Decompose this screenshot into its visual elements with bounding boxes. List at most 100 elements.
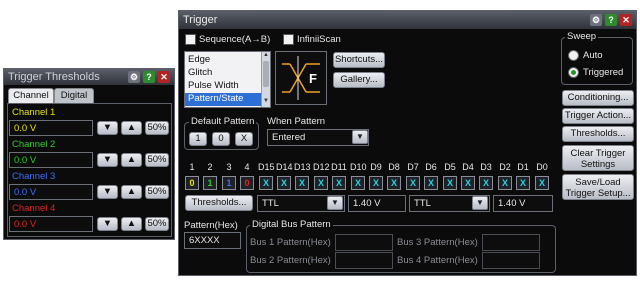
bit-cell[interactable]: X bbox=[351, 176, 365, 190]
bus3-pattern-field[interactable] bbox=[482, 234, 540, 251]
sweep-auto-label: Auto bbox=[583, 50, 603, 61]
gallery-button[interactable]: Gallery... bbox=[333, 72, 385, 88]
chevron-down-icon[interactable]: ▼ bbox=[472, 196, 488, 210]
close-icon[interactable]: ✕ bbox=[158, 71, 170, 83]
bit-cell[interactable]: 1 bbox=[222, 176, 236, 190]
pattern-symbol-letter: F bbox=[309, 71, 317, 86]
channel-4-up-button[interactable]: ▲ bbox=[121, 217, 142, 231]
list-item[interactable]: Pulse Width bbox=[188, 80, 239, 91]
channel-2-down-button[interactable]: ▼ bbox=[97, 153, 118, 167]
bit-label: D2 bbox=[499, 162, 511, 172]
list-item-selected[interactable]: Pattern/State bbox=[185, 93, 262, 106]
trigger-titlebar[interactable]: Trigger ⚙ ? ✕ bbox=[179, 11, 636, 29]
default-x-button[interactable]: X bbox=[235, 132, 253, 146]
tab-digital-label: Digital bbox=[60, 90, 88, 101]
channel-3-50pct-button[interactable]: 50% bbox=[145, 185, 169, 199]
channel-3-down-button[interactable]: ▼ bbox=[97, 185, 118, 199]
bit-cell[interactable]: X bbox=[424, 176, 438, 190]
bit-label: D11 bbox=[331, 162, 347, 172]
infiniiscan-checkbox[interactable] bbox=[283, 34, 294, 45]
logic-level-2-field[interactable]: 1.40 V bbox=[493, 195, 553, 212]
list-item[interactable]: Glitch bbox=[188, 67, 212, 78]
bit-cell[interactable]: X bbox=[332, 176, 346, 190]
bit-cell[interactable]: X bbox=[461, 176, 475, 190]
pattern-hex-field[interactable]: 6XXXX bbox=[184, 232, 241, 249]
sweep-auto-radio[interactable] bbox=[568, 50, 579, 61]
tab-digital[interactable]: Digital bbox=[54, 88, 94, 103]
bit-cell[interactable]: X bbox=[498, 176, 512, 190]
scroll-up-icon[interactable]: ▲ bbox=[262, 52, 270, 58]
bit-cell[interactable]: 1 bbox=[203, 176, 217, 190]
channel-3-level[interactable]: 0.0 V bbox=[9, 184, 93, 200]
default-one-button[interactable]: 1 bbox=[189, 132, 207, 146]
bit-label: D4 bbox=[462, 162, 474, 172]
bit-label: 1 bbox=[189, 162, 195, 172]
default-zero-button[interactable]: 0 bbox=[212, 132, 230, 146]
list-scrollbar[interactable]: ▲ ▼ bbox=[261, 52, 270, 107]
bit-cell[interactable]: X bbox=[387, 176, 401, 190]
infiniiscan-label: InfiniiScan bbox=[297, 34, 341, 45]
bus3-label: Bus 3 Pattern(Hex) bbox=[397, 237, 478, 248]
channel-1-up-button[interactable]: ▲ bbox=[121, 121, 142, 135]
thresholds-titlebar[interactable]: Trigger Thresholds ⚙ ? ✕ bbox=[4, 69, 174, 85]
bus4-pattern-field[interactable] bbox=[482, 252, 540, 269]
bus1-pattern-field[interactable] bbox=[335, 234, 393, 251]
channel-4-50pct-button[interactable]: 50% bbox=[145, 217, 169, 231]
shortcuts-button[interactable]: Shortcuts... bbox=[333, 52, 385, 68]
sweep-triggered-radio[interactable] bbox=[568, 67, 579, 78]
channel-1-50pct-button[interactable]: 50% bbox=[145, 121, 169, 135]
channel-3-label: Channel 3 bbox=[12, 171, 56, 182]
chevron-down-icon[interactable]: ▼ bbox=[352, 130, 368, 144]
conditioning-button[interactable]: Conditioning... bbox=[562, 90, 634, 106]
channel-1-down-button[interactable]: ▼ bbox=[97, 121, 118, 135]
bit-cell[interactable]: X bbox=[314, 176, 328, 190]
bit-cell[interactable]: X bbox=[277, 176, 291, 190]
channel-2-level[interactable]: 0.0 V bbox=[9, 152, 93, 168]
chevron-down-icon[interactable]: ▼ bbox=[327, 196, 343, 210]
scroll-thumb[interactable] bbox=[263, 61, 269, 87]
gear-icon[interactable]: ⚙ bbox=[590, 14, 602, 26]
gear-icon[interactable]: ⚙ bbox=[128, 71, 140, 83]
save-load-trigger-setup-button[interactable]: Save/Load Trigger Setup... bbox=[562, 174, 634, 200]
sweep-triggered-label: Triggered bbox=[583, 67, 624, 78]
channel-4-level[interactable]: 0.0 V bbox=[9, 216, 93, 232]
help-icon[interactable]: ? bbox=[605, 14, 617, 26]
bit-label: D3 bbox=[480, 162, 492, 172]
bit-cell[interactable]: X bbox=[479, 176, 493, 190]
bit-label: 3 bbox=[226, 162, 232, 172]
list-item[interactable]: Edge bbox=[188, 54, 210, 65]
bit-cell[interactable]: 0 bbox=[240, 176, 254, 190]
trigger-thresholds-window: Trigger Thresholds ⚙ ? ✕ Channel Digital… bbox=[3, 68, 175, 240]
bit-cell[interactable]: X bbox=[516, 176, 530, 190]
bit-cell[interactable]: 0 bbox=[185, 176, 199, 190]
sequence-label: Sequence(A→B) bbox=[199, 34, 271, 45]
clear-trigger-settings-button[interactable]: Clear Trigger Settings bbox=[562, 145, 634, 171]
sequence-checkbox[interactable] bbox=[185, 34, 196, 45]
bit-label: D14 bbox=[276, 162, 293, 172]
thresholds-button[interactable]: Thresholds... bbox=[185, 195, 253, 211]
channel-2-50pct-button[interactable]: 50% bbox=[145, 153, 169, 167]
close-icon[interactable]: ✕ bbox=[620, 14, 632, 26]
channel-2-up-button[interactable]: ▲ bbox=[121, 153, 142, 167]
trigger-action-button[interactable]: Trigger Action... bbox=[562, 108, 634, 124]
bit-cell[interactable]: X bbox=[369, 176, 383, 190]
trigger-type-list[interactable]: Edge Glitch Pulse Width Pattern/State ▲ … bbox=[184, 51, 271, 108]
bit-cell[interactable]: X bbox=[259, 176, 273, 190]
scroll-down-icon[interactable]: ▼ bbox=[262, 98, 270, 104]
help-icon[interactable]: ? bbox=[143, 71, 155, 83]
default-pattern-label: Default Pattern bbox=[189, 116, 257, 127]
channel-4-down-button[interactable]: ▼ bbox=[97, 217, 118, 231]
bit-cell[interactable]: X bbox=[295, 176, 309, 190]
bit-cell[interactable]: X bbox=[443, 176, 457, 190]
bit-cell[interactable]: X bbox=[406, 176, 420, 190]
channel-3-up-button[interactable]: ▲ bbox=[121, 185, 142, 199]
bit-label-row: 1 2 3 4 D15 D14 D13 D12 D11 D10 D9 D8 D7 D6 D5 D4 D3 D2 D1… bbox=[179, 162, 559, 174]
channel-1-level[interactable]: 0.0 V bbox=[9, 120, 93, 136]
bit-label: D0 bbox=[536, 162, 548, 172]
bus2-pattern-field[interactable] bbox=[335, 252, 393, 269]
tab-channel[interactable]: Channel bbox=[8, 88, 54, 103]
thresholds-side-button[interactable]: Thresholds... bbox=[562, 126, 634, 142]
logic-level-1-field[interactable]: 1.40 V bbox=[348, 195, 406, 212]
bit-label: D5 bbox=[444, 162, 456, 172]
bit-cell[interactable]: X bbox=[535, 176, 549, 190]
